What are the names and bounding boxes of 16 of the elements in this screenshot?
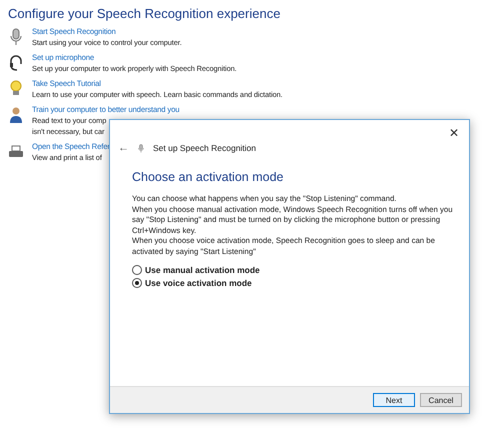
page-heading: Configure your Speech Recognition experience	[8, 6, 282, 21]
radio-button[interactable]	[132, 265, 142, 275]
microphone-icon	[8, 28, 24, 46]
dialog-title: Set up Speech Recognition	[153, 143, 256, 153]
radio-button[interactable]	[132, 278, 142, 288]
lightbulb-icon	[8, 80, 24, 98]
next-button[interactable]: Next	[373, 393, 415, 407]
cancel-button[interactable]: Cancel	[420, 393, 462, 407]
microphone-icon	[137, 143, 145, 154]
back-button[interactable]: ←	[118, 142, 129, 154]
dialog-heading: Choose an activation mode	[132, 170, 284, 184]
close-button[interactable]: ✕	[447, 126, 461, 140]
radio-option[interactable]: Use voice activation mode	[132, 278, 461, 288]
headset-icon	[8, 54, 24, 72]
person-icon	[8, 106, 24, 124]
radio-option[interactable]: Use manual activation mode	[132, 265, 461, 275]
